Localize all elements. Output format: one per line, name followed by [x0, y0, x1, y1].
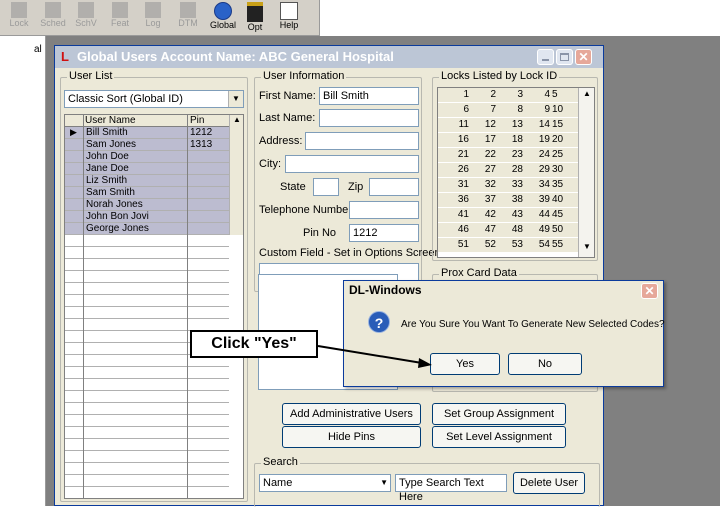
callout-arrow: [317, 345, 432, 368]
